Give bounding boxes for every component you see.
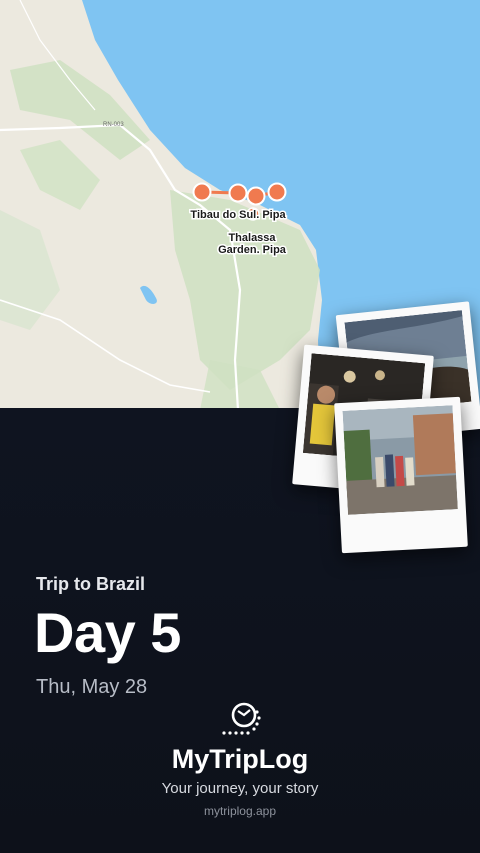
trip-title: Trip to Brazil	[36, 574, 146, 594]
stop-label: Tibau do Sul. Pipa	[190, 209, 286, 221]
trip-marker[interactable]	[246, 186, 266, 206]
mytriplog-logo-icon	[218, 700, 264, 742]
trip-marker[interactable]	[228, 183, 248, 203]
photo-polaroid-street[interactable]	[334, 396, 468, 554]
trip-marker[interactable]	[192, 182, 212, 202]
stop-label: Thalassa	[228, 232, 276, 244]
street-photo	[342, 405, 458, 515]
brand-name: MyTripLog	[171, 744, 309, 774]
brand-tagline: Your journey, your story	[161, 780, 319, 797]
day-date: Thu, May 28	[36, 676, 148, 698]
trip-marker[interactable]	[267, 182, 287, 202]
stop-label: Garden. Pipa	[218, 244, 287, 256]
day-title: Day 5	[34, 601, 181, 664]
brand-url[interactable]: mytriplog.app	[0, 804, 480, 818]
road-label: RN-003	[103, 122, 124, 128]
